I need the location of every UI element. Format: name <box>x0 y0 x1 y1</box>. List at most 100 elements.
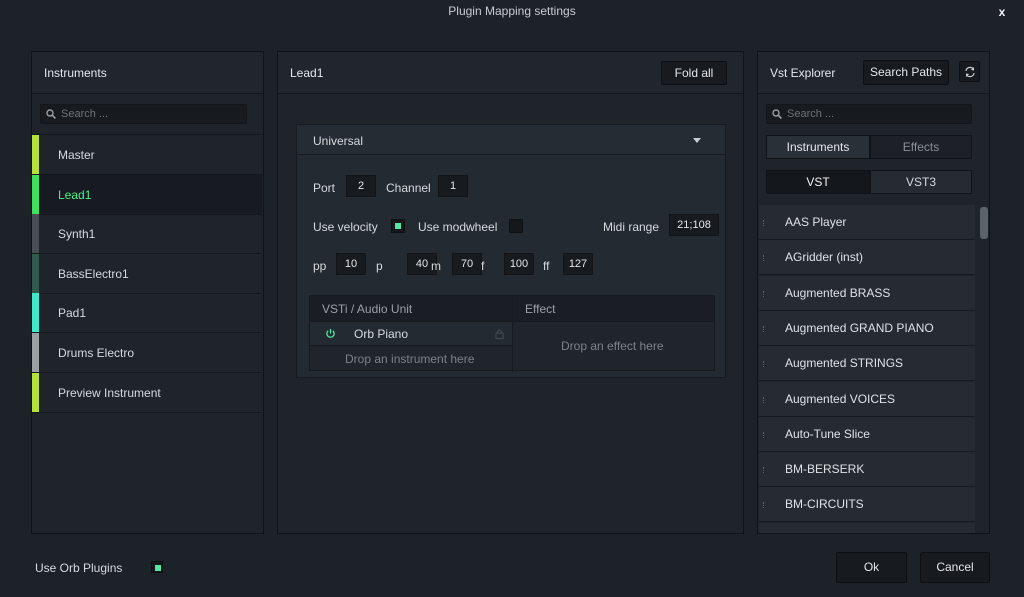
vst-search-input[interactable] <box>787 106 967 122</box>
search-paths-button[interactable]: Search Paths <box>863 60 949 85</box>
format-vst3[interactable]: VST3 <box>870 170 972 194</box>
instrument-item[interactable]: Master <box>32 135 262 175</box>
instrument-color-swatch <box>32 174 39 214</box>
channel-field[interactable]: 1 <box>438 175 468 197</box>
cancel-button[interactable]: Cancel <box>920 552 990 583</box>
use-orb-plugins-checkbox[interactable] <box>151 561 163 573</box>
port-field[interactable]: 2 <box>346 175 376 197</box>
instrument-color-swatch <box>32 333 39 372</box>
vst-list: AAS Player AGridder (inst) Augmented BRASS… <box>759 205 989 533</box>
vst-list-item[interactable]: BM-CIRCUITS <box>759 487 975 523</box>
instrument-color-swatch <box>32 214 39 254</box>
vst-scrollbar-thumb[interactable] <box>980 207 988 239</box>
mapping-panel: Lead1 Fold all Universal Port 2 Channel … <box>277 51 744 534</box>
mapping-header: Lead1 Fold all <box>278 52 743 94</box>
vst-item-label: Augmented STRINGS <box>785 356 904 371</box>
drag-handle-icon[interactable] <box>763 255 765 262</box>
instrument-color-swatch <box>32 253 39 293</box>
window-title: Plugin Mapping settings <box>448 4 576 18</box>
port-label: Port <box>313 181 336 195</box>
vst-explorer-panel: Vst Explorer Search Paths Instruments Ef… <box>757 51 990 534</box>
close-button[interactable]: x <box>994 4 1010 20</box>
channel-label: Channel <box>386 181 431 195</box>
use-velocity-checkbox[interactable] <box>391 219 405 233</box>
use-modwheel-label: Use modwheel <box>418 220 498 234</box>
drag-handle-icon[interactable] <box>763 361 765 368</box>
vst-list-item[interactable]: Augmented BRASS <box>759 275 975 311</box>
instrument-color-swatch <box>32 135 39 174</box>
vst-list-item[interactable]: AAS Player <box>759 205 975 240</box>
dynamic-field-ff[interactable]: 127 <box>563 253 593 275</box>
instrument-label: Lead1 <box>58 187 92 202</box>
refresh-icon <box>965 66 975 78</box>
vst-scrollbar[interactable] <box>979 205 989 533</box>
dynamic-label-ff: ff <box>543 259 550 273</box>
dynamic-field-m[interactable]: 70 <box>452 253 482 275</box>
instrument-row[interactable]: Orb Piano <box>310 322 512 346</box>
instrument-item[interactable]: Lead1 <box>32 174 262 215</box>
instrument-item[interactable]: Pad1 <box>32 293 262 334</box>
instrument-item[interactable]: Drums Electro <box>32 333 262 373</box>
instrument-item[interactable]: Preview Instrument <box>32 372 262 413</box>
vst-item-label: Augmented BRASS <box>785 285 891 300</box>
dynamic-field-f[interactable]: 100 <box>504 253 534 275</box>
vst-item-label: AAS Player <box>785 215 847 229</box>
instrument-color-swatch <box>32 372 39 412</box>
dynamics-row: pp 10 p 40 m 70 f 100 ff 127 <box>297 253 727 277</box>
instrument-label: Pad1 <box>58 306 87 321</box>
vst-list-item[interactable]: AGridder (inst) <box>759 240 975 276</box>
vst-list-item[interactable]: Auto-Tune Slice <box>759 416 975 452</box>
instruments-search[interactable] <box>40 104 247 124</box>
drag-handle-icon[interactable] <box>763 220 765 226</box>
format-vst[interactable]: VST <box>766 170 870 194</box>
power-icon[interactable] <box>325 328 336 339</box>
tab-effects[interactable]: Effects <box>870 135 972 159</box>
vst-item-label: Auto-Tune Slice <box>785 426 870 441</box>
lock-icon[interactable] <box>495 329 504 339</box>
drag-handle-icon[interactable] <box>763 325 765 332</box>
vst-list-item[interactable]: Augmented STRINGS <box>759 346 975 382</box>
dynamic-label-m: m <box>431 259 441 273</box>
vst-item-label: Augmented VOICES <box>785 391 896 406</box>
vst-list-item[interactable]: Augmented VOICES <box>759 381 975 417</box>
col-effect-header: Effect <box>525 302 556 316</box>
vst-list-item-partial[interactable] <box>759 522 975 533</box>
ok-button[interactable]: Ok <box>836 552 907 583</box>
use-orb-plugins-label: Use Orb Plugins <box>35 561 123 575</box>
use-velocity-label: Use velocity <box>313 220 378 234</box>
instruments-search-input[interactable] <box>61 106 242 122</box>
drag-handle-icon[interactable] <box>763 502 765 509</box>
instrument-label: Master <box>58 148 95 162</box>
universal-section-header[interactable]: Universal <box>297 125 725 155</box>
drag-handle-icon[interactable] <box>763 290 765 297</box>
midi-range-label: Midi range <box>603 220 660 234</box>
midi-range-field[interactable]: 21;108 <box>669 214 719 236</box>
instrument-label: Synth1 <box>58 227 96 242</box>
instruments-panel: Instruments Master Lead1 Synth1 BassElectro… <box>31 51 264 534</box>
instruments-header: Instruments <box>32 52 263 94</box>
mapping-title: Lead1 <box>290 66 324 80</box>
refresh-button[interactable] <box>959 61 980 82</box>
use-modwheel-checkbox[interactable] <box>509 219 523 233</box>
col-divider <box>512 296 513 372</box>
dynamic-field-pp[interactable]: 10 <box>336 253 366 275</box>
dynamic-label-pp: pp <box>313 259 327 273</box>
drag-handle-icon[interactable] <box>763 467 765 474</box>
instrument-item[interactable]: Synth1 <box>32 214 262 255</box>
drop-instrument-zone[interactable]: Drop an instrument here <box>345 352 474 366</box>
drag-handle-icon[interactable] <box>763 396 765 403</box>
vst-title: Vst Explorer <box>770 66 836 80</box>
universal-section: Universal Port 2 Channel 1 Use velocity … <box>296 124 726 378</box>
instrument-label: BassElectro1 <box>58 266 129 281</box>
vst-search[interactable] <box>766 104 972 124</box>
dynamic-label-p: p <box>376 259 383 273</box>
drop-effect-zone[interactable]: Drop an effect here <box>561 339 664 353</box>
tab-instruments[interactable]: Instruments <box>766 135 870 159</box>
fold-all-button[interactable]: Fold all <box>661 61 727 85</box>
vst-list-item[interactable]: Augmented GRAND PIANO <box>759 310 975 346</box>
col-instrument-header: VSTi / Audio Unit <box>322 302 413 316</box>
drag-handle-icon[interactable] <box>763 431 765 438</box>
vst-list-item[interactable]: BM-BERSERK <box>759 452 975 488</box>
chevron-down-icon <box>693 138 701 143</box>
instrument-item[interactable]: BassElectro1 <box>32 253 262 294</box>
